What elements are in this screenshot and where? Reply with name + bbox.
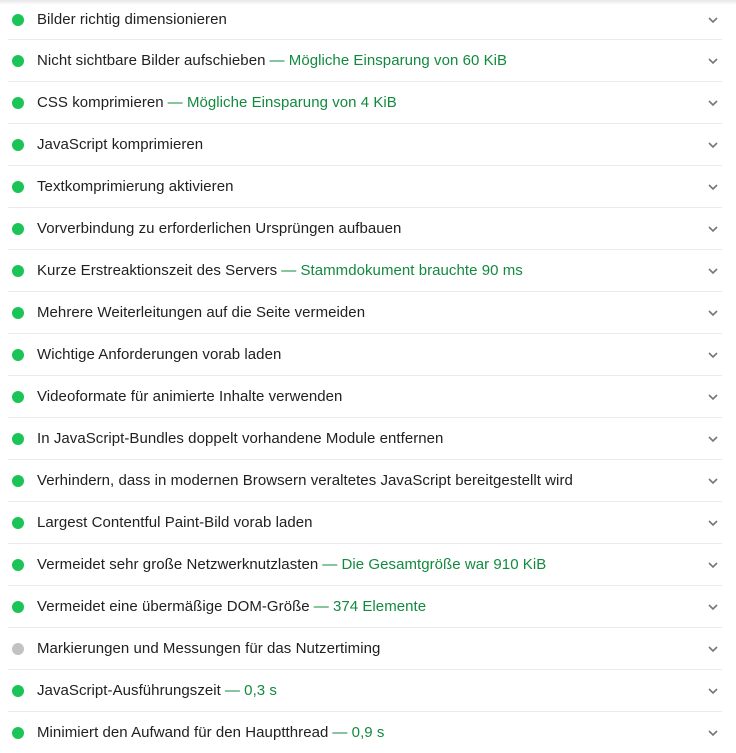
status-dot-icon [12, 684, 24, 697]
audit-row[interactable]: Textkomprimierung aktivieren [8, 166, 722, 208]
audit-title: Vorverbindung zu erforderlichen Ursprüng… [37, 220, 401, 237]
audit-title-text: Markierungen und Messungen für das Nutze… [37, 640, 381, 657]
audit-title: Textkomprimierung aktivieren [37, 178, 233, 195]
audit-title-text: Videoformate für animierte Inhalte verwe… [37, 388, 343, 405]
audit-display-value: Mögliche Einsparung von 60 KiB [270, 52, 508, 69]
audit-title-text: Nicht sichtbare Bilder aufschieben [37, 52, 266, 69]
chevron-down-icon[interactable] [706, 726, 720, 740]
audit-row[interactable]: CSS komprimierenMögliche Einsparung von … [8, 82, 722, 124]
status-dot-icon [12, 726, 24, 739]
status-dot-icon [12, 306, 24, 319]
audit-row[interactable]: Nicht sichtbare Bilder aufschiebenMöglic… [8, 40, 722, 82]
status-dot-icon [12, 432, 24, 445]
audit-row[interactable]: Verhindern, dass in modernen Browsern ve… [8, 460, 722, 502]
audit-title: CSS komprimierenMögliche Einsparung von … [37, 94, 397, 111]
audit-title: Bilder richtig dimensionieren [37, 11, 227, 28]
audit-title-text: Largest Contentful Paint-Bild vorab lade… [37, 514, 313, 531]
audit-row[interactable]: Videoformate für animierte Inhalte verwe… [8, 376, 722, 418]
audit-display-value: 374 Elemente [314, 598, 426, 615]
audit-title: Wichtige Anforderungen vorab laden [37, 346, 281, 363]
status-dot-icon [12, 222, 24, 235]
audit-row[interactable]: JavaScript-Ausführungszeit0,3 s [8, 670, 722, 712]
audit-display-value: 0,9 s [332, 724, 384, 741]
chevron-down-icon[interactable] [706, 558, 720, 572]
chevron-down-icon[interactable] [706, 54, 720, 68]
audit-row[interactable]: Kurze Erstreaktionszeit des ServersStamm… [8, 250, 722, 292]
audit-title: Nicht sichtbare Bilder aufschiebenMöglic… [37, 52, 507, 69]
audit-title: Mehrere Weiterleitungen auf die Seite ve… [37, 304, 365, 321]
chevron-down-icon[interactable] [706, 138, 720, 152]
audit-row[interactable]: Vermeidet sehr große NetzwerknutzlastenD… [8, 544, 722, 586]
audit-row[interactable]: Vorverbindung zu erforderlichen Ursprüng… [8, 208, 722, 250]
audit-title: Videoformate für animierte Inhalte verwe… [37, 388, 342, 405]
audit-title-text: JavaScript komprimieren [37, 136, 204, 153]
chevron-down-icon[interactable] [706, 264, 720, 278]
status-dot-icon [12, 138, 24, 151]
audit-title: Largest Contentful Paint-Bild vorab lade… [37, 514, 313, 531]
chevron-down-icon[interactable] [706, 222, 720, 236]
audit-row[interactable]: In JavaScript-Bundles doppelt vorhandene… [8, 418, 722, 460]
audit-title-text: Bilder richtig dimensionieren [37, 11, 227, 28]
audit-title: JavaScript-Ausführungszeit0,3 s [37, 682, 277, 699]
chevron-down-icon[interactable] [706, 516, 720, 530]
audit-title-text: Vermeidet sehr große Netzwerknutzlasten [37, 556, 319, 573]
status-dot-icon [12, 264, 24, 277]
status-dot-icon [12, 13, 24, 26]
audit-title: Vermeidet eine übermäßige DOM-Größe374 E… [37, 598, 426, 615]
status-dot-icon [12, 474, 24, 487]
audit-title: Vermeidet sehr große NetzwerknutzlastenD… [37, 556, 546, 573]
audit-title-text: CSS komprimieren [37, 94, 164, 111]
audit-title-text: JavaScript-Ausführungszeit [37, 682, 221, 699]
audit-row[interactable]: Wichtige Anforderungen vorab laden [8, 334, 722, 376]
chevron-down-icon[interactable] [706, 96, 720, 110]
audit-title: Markierungen und Messungen für das Nutze… [37, 640, 380, 657]
audit-display-value: Stammdokument brauchte 90 ms [281, 262, 523, 279]
audit-list: Bilder richtig dimensionieren Nicht sicht… [8, 0, 722, 753]
audit-display-value: Die Gesamtgröße war 910 KiB [322, 556, 546, 573]
chevron-down-icon[interactable] [706, 390, 720, 404]
audit-title: Kurze Erstreaktionszeit des ServersStamm… [37, 262, 523, 279]
audit-title-text: In JavaScript-Bundles doppelt vorhandene… [37, 430, 444, 447]
chevron-down-icon[interactable] [706, 348, 720, 362]
audit-title-text: Minimiert den Aufwand für den Hauptthrea… [37, 724, 329, 741]
audit-title-text: Vermeidet eine übermäßige DOM-Größe [37, 598, 310, 615]
status-dot-icon [12, 180, 24, 193]
chevron-down-icon[interactable] [706, 13, 720, 27]
chevron-down-icon[interactable] [706, 180, 720, 194]
audit-display-value: Mögliche Einsparung von 4 KiB [168, 94, 397, 111]
audit-title-text: Kurze Erstreaktionszeit des Servers [37, 262, 278, 279]
audit-display-value: 0,3 s [225, 682, 277, 699]
audit-title-text: Verhindern, dass in modernen Browsern ve… [37, 472, 573, 489]
status-dot-icon [12, 558, 24, 571]
status-dot-icon [12, 642, 24, 655]
audit-title-text: Wichtige Anforderungen vorab laden [37, 346, 282, 363]
audit-title-text: Vorverbindung zu erforderlichen Ursprüng… [37, 220, 402, 237]
status-dot-icon [12, 348, 24, 361]
status-dot-icon [12, 54, 24, 67]
audit-title-text: Textkomprimierung aktivieren [37, 178, 234, 195]
audit-row[interactable]: Largest Contentful Paint-Bild vorab lade… [8, 502, 722, 544]
audit-title: Minimiert den Aufwand für den Hauptthrea… [37, 724, 384, 741]
audit-title-text: Mehrere Weiterleitungen auf die Seite ve… [37, 304, 366, 321]
status-dot-icon [12, 96, 24, 109]
chevron-down-icon[interactable] [706, 432, 720, 446]
chevron-down-icon[interactable] [706, 642, 720, 656]
audit-row[interactable]: Markierungen und Messungen für das Nutze… [8, 628, 722, 670]
chevron-down-icon[interactable] [706, 684, 720, 698]
status-dot-icon [12, 516, 24, 529]
audit-row[interactable]: Minimiert den Aufwand für den Hauptthrea… [8, 712, 722, 753]
chevron-down-icon[interactable] [706, 306, 720, 320]
audit-row[interactable]: Vermeidet eine übermäßige DOM-Größe374 E… [8, 586, 722, 628]
audit-title: Verhindern, dass in modernen Browsern ve… [37, 472, 573, 489]
status-dot-icon [12, 600, 24, 613]
audit-title: In JavaScript-Bundles doppelt vorhandene… [37, 430, 443, 447]
chevron-down-icon[interactable] [706, 600, 720, 614]
audit-row[interactable]: Bilder richtig dimensionieren [8, 0, 722, 40]
chevron-down-icon[interactable] [706, 474, 720, 488]
audit-row[interactable]: Mehrere Weiterleitungen auf die Seite ve… [8, 292, 722, 334]
status-dot-icon [12, 390, 24, 403]
audit-title: JavaScript komprimieren [37, 136, 203, 153]
audit-row[interactable]: JavaScript komprimieren [8, 124, 722, 166]
